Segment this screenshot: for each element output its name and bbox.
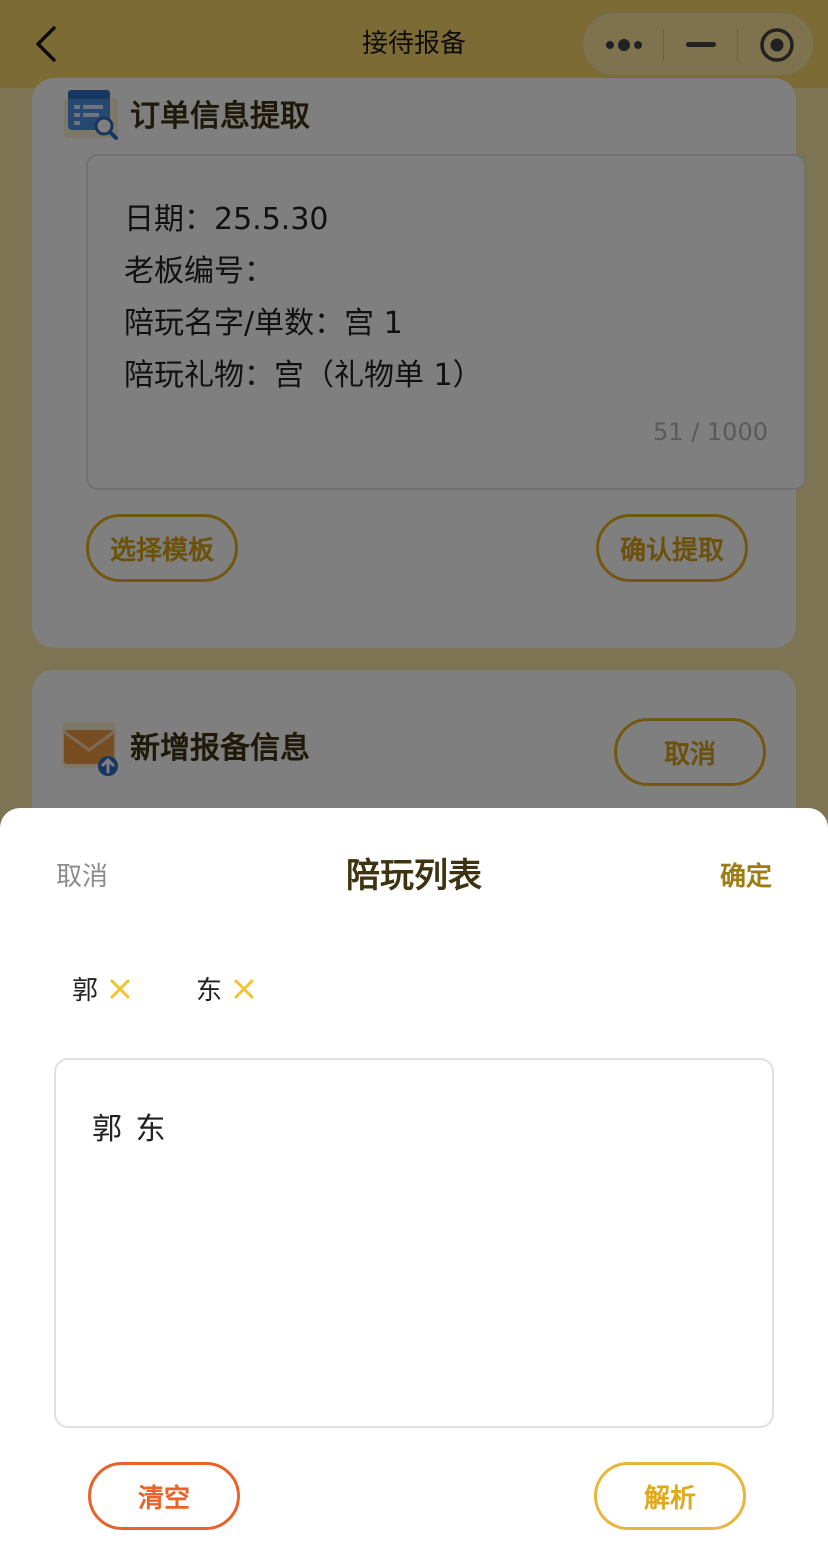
remove-tag-button[interactable] <box>108 977 132 1001</box>
close-icon <box>110 979 130 998</box>
companion-names-value: 郭 东 <box>92 1112 168 1147</box>
companion-tag: 郭 <box>72 970 132 1007</box>
tag-label: 郭 <box>72 976 99 1006</box>
sheet-title: 陪玩列表 <box>346 856 482 896</box>
close-icon <box>234 979 254 998</box>
clear-button[interactable]: 清空 <box>88 1462 240 1530</box>
companion-tag: 东 <box>196 970 256 1007</box>
companion-tags: 郭 东 <box>72 970 320 1007</box>
companion-list-sheet: 取消 陪玩列表 确定 郭 东 郭 东 清空 解析 <box>0 808 828 1560</box>
parse-button[interactable]: 解析 <box>594 1462 746 1530</box>
companion-names-textarea[interactable]: 郭 东 <box>54 1058 774 1428</box>
tag-label: 东 <box>196 976 223 1006</box>
remove-tag-button[interactable] <box>232 977 256 1001</box>
sheet-confirm-button[interactable]: 确定 <box>720 856 772 893</box>
